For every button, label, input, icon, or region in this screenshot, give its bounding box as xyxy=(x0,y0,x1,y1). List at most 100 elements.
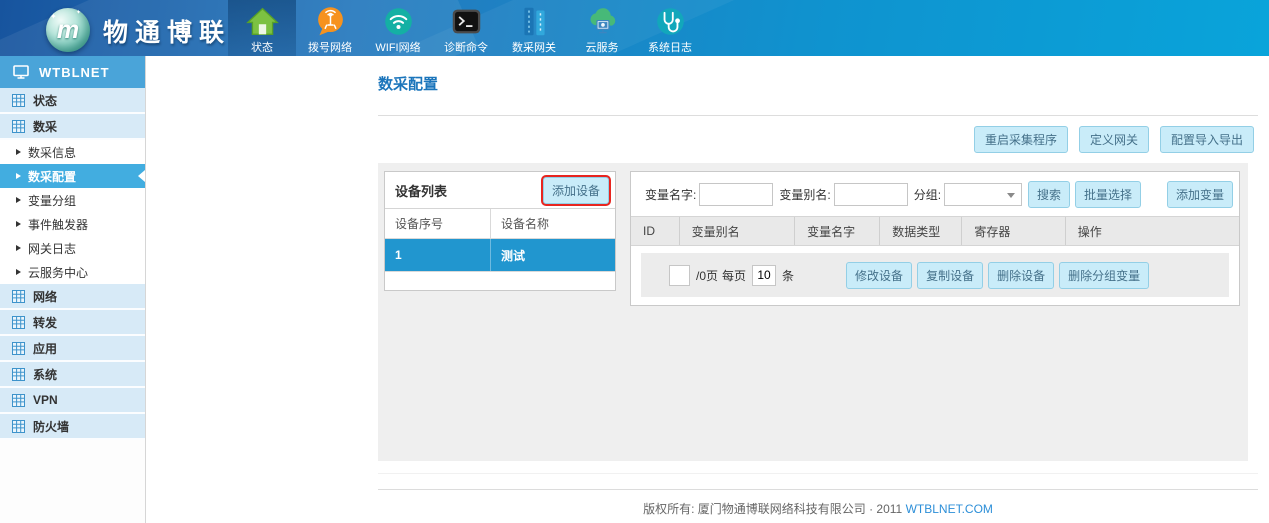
top-navbar: ✦ ✦ m 物通博联 状态 拨号网络 xyxy=(0,0,1269,56)
nav-label: 云服务 xyxy=(586,39,619,55)
device-name-column-header: 设备名称 xyxy=(491,209,615,238)
device-list-title: 设备列表 xyxy=(395,181,447,200)
dial-network-icon xyxy=(314,5,347,38)
copyright-text: 版权所有: 厦门物通博联网络科技有限公司 · 2011 xyxy=(643,502,902,516)
nav-label: 状态 xyxy=(251,39,273,55)
main-content: 数采配置 重启采集程序 定义网关 配置导入导出 设备列表 添加设备 设备序号 设… xyxy=(146,56,1269,523)
add-variable-button[interactable]: 添加变量 xyxy=(1167,181,1233,208)
add-device-button[interactable]: 添加设备 xyxy=(543,177,609,204)
column-header-actions: 操作 xyxy=(1066,217,1239,245)
delete-device-button[interactable]: 删除设备 xyxy=(988,262,1054,289)
sidebar-item-variable-group[interactable]: 变量分组 xyxy=(0,188,145,212)
sidebar-item-event-trigger[interactable]: 事件触发器 xyxy=(0,212,145,236)
sidebar-item-label: 防火墙 xyxy=(33,418,69,435)
nav-item-data-gateway[interactable]: 数采网关 xyxy=(500,0,568,56)
variable-name-label: 变量名字: xyxy=(645,186,696,203)
nav-label: 拨号网络 xyxy=(308,39,352,55)
variable-name-input[interactable] xyxy=(699,183,773,206)
sidebar-item-label: 数采信息 xyxy=(28,144,76,161)
sidebar-item-label: 应用 xyxy=(33,340,57,357)
group-select[interactable] xyxy=(944,183,1022,206)
grid-icon xyxy=(12,342,25,355)
device-table-row[interactable]: 1 测试 xyxy=(385,239,615,272)
search-button[interactable]: 搜索 xyxy=(1028,181,1070,208)
device-list-panel: 设备列表 添加设备 设备序号 设备名称 1 测试 xyxy=(384,171,616,291)
sidebar-item-label: 事件触发器 xyxy=(28,216,88,233)
device-seq-cell: 1 xyxy=(385,239,491,271)
nav-item-wifi-network[interactable]: WIFI网络 xyxy=(364,0,432,56)
restart-collector-button[interactable]: 重启采集程序 xyxy=(974,126,1068,153)
sidebar-item-vpn[interactable]: VPN xyxy=(0,388,145,414)
device-name-cell: 测试 xyxy=(491,239,615,271)
nav-label: WIFI网络 xyxy=(375,39,420,55)
footer-copyright: 版权所有: 厦门物通博联网络科技有限公司 · 2011 WTBLNET.COM xyxy=(378,500,1258,517)
sidebar-header: WTBLNET xyxy=(0,56,145,88)
variable-table-body: /0页 每页 条 修改设备 复制设备 删除设备 删除分组变量 xyxy=(631,246,1239,304)
sidebar-item-cloud-center[interactable]: 云服务中心 xyxy=(0,260,145,284)
sidebar-item-dc-config[interactable]: 数采配置 xyxy=(0,164,145,188)
column-header-alias: 变量别名 xyxy=(680,217,796,245)
variable-alias-label: 变量别名: xyxy=(779,186,830,203)
nav-item-status[interactable]: 状态 xyxy=(228,0,296,56)
config-import-export-button[interactable]: 配置导入导出 xyxy=(1160,126,1254,153)
copy-device-button[interactable]: 复制设备 xyxy=(917,262,983,289)
nav-label: 系统日志 xyxy=(648,39,692,55)
sidebar-item-label: 转发 xyxy=(33,314,57,331)
sidebar-item-forwarding[interactable]: 转发 xyxy=(0,310,145,336)
sidebar-item-status[interactable]: 状态 xyxy=(0,88,145,114)
triangle-icon xyxy=(16,197,21,203)
variable-table-header: ID 变量别名 变量名字 数据类型 寄存器 操作 xyxy=(631,216,1239,246)
nav-item-cloud-service[interactable]: 云服务 xyxy=(568,0,636,56)
content-container: 设备列表 添加设备 设备序号 设备名称 1 测试 变量名字: 变量别名: 分组:… xyxy=(378,163,1248,461)
sidebar-item-label: 状态 xyxy=(33,92,57,109)
nav-item-dial-network[interactable]: 拨号网络 xyxy=(296,0,364,56)
define-gateway-button[interactable]: 定义网关 xyxy=(1079,126,1149,153)
sidebar-item-application[interactable]: 应用 xyxy=(0,336,145,362)
variable-alias-input[interactable] xyxy=(834,183,908,206)
footer-link[interactable]: WTBLNET.COM xyxy=(906,502,993,516)
column-header-datatype: 数据类型 xyxy=(880,217,962,245)
sidebar-item-system[interactable]: 系统 xyxy=(0,362,145,388)
device-action-buttons: 修改设备 复制设备 删除设备 删除分组变量 xyxy=(846,262,1149,289)
group-label: 分组: xyxy=(914,186,941,203)
sidebar-item-gateway-log[interactable]: 网关日志 xyxy=(0,236,145,260)
grid-icon xyxy=(12,394,25,407)
grid-icon xyxy=(12,94,25,107)
grid-icon xyxy=(12,420,25,433)
triangle-icon xyxy=(16,269,21,275)
variables-panel: 变量名字: 变量别名: 分组: 搜索 批量选择 添加变量 ID 变量别名 变量名… xyxy=(630,171,1240,306)
variable-filter-row: 变量名字: 变量别名: 分组: 搜索 批量选择 添加变量 xyxy=(631,172,1239,216)
sidebar-item-data-collection[interactable]: 数采 xyxy=(0,114,145,140)
delete-group-variable-button[interactable]: 删除分组变量 xyxy=(1059,262,1149,289)
page-suffix-label: /0页 xyxy=(696,267,718,284)
grid-icon xyxy=(12,316,25,329)
triangle-icon xyxy=(16,173,21,179)
sidebar-item-firewall[interactable]: 防火墙 xyxy=(0,414,145,440)
modify-device-button[interactable]: 修改设备 xyxy=(846,262,912,289)
column-header-name: 变量名字 xyxy=(795,217,880,245)
nav-label: 数采网关 xyxy=(512,39,556,55)
grid-icon xyxy=(12,120,25,133)
per-page-input[interactable] xyxy=(752,265,776,286)
column-header-id: ID xyxy=(631,217,680,245)
batch-select-button[interactable]: 批量选择 xyxy=(1075,181,1141,208)
terminal-icon xyxy=(450,5,483,38)
sidebar-item-label: 数采 xyxy=(33,118,57,135)
cloud-service-icon xyxy=(586,5,619,38)
wifi-icon xyxy=(382,5,415,38)
page-number-input[interactable] xyxy=(669,265,690,286)
home-icon xyxy=(246,5,279,38)
column-header-register: 寄存器 xyxy=(962,217,1065,245)
nav-item-diagnostic-command[interactable]: 诊断命令 xyxy=(432,0,500,56)
nav-label: 诊断命令 xyxy=(444,39,488,55)
nav-item-system-log[interactable]: 系统日志 xyxy=(636,0,704,56)
sidebar-item-dc-info[interactable]: 数采信息 xyxy=(0,140,145,164)
per-page-label: 每页 xyxy=(722,267,746,284)
divider xyxy=(378,473,1258,474)
gateway-icon xyxy=(518,5,551,38)
unit-label: 条 xyxy=(782,267,794,284)
sidebar-item-network[interactable]: 网络 xyxy=(0,284,145,310)
monitor-icon xyxy=(13,65,29,79)
sidebar-item-label: 变量分组 xyxy=(28,192,76,209)
divider xyxy=(378,115,1258,116)
